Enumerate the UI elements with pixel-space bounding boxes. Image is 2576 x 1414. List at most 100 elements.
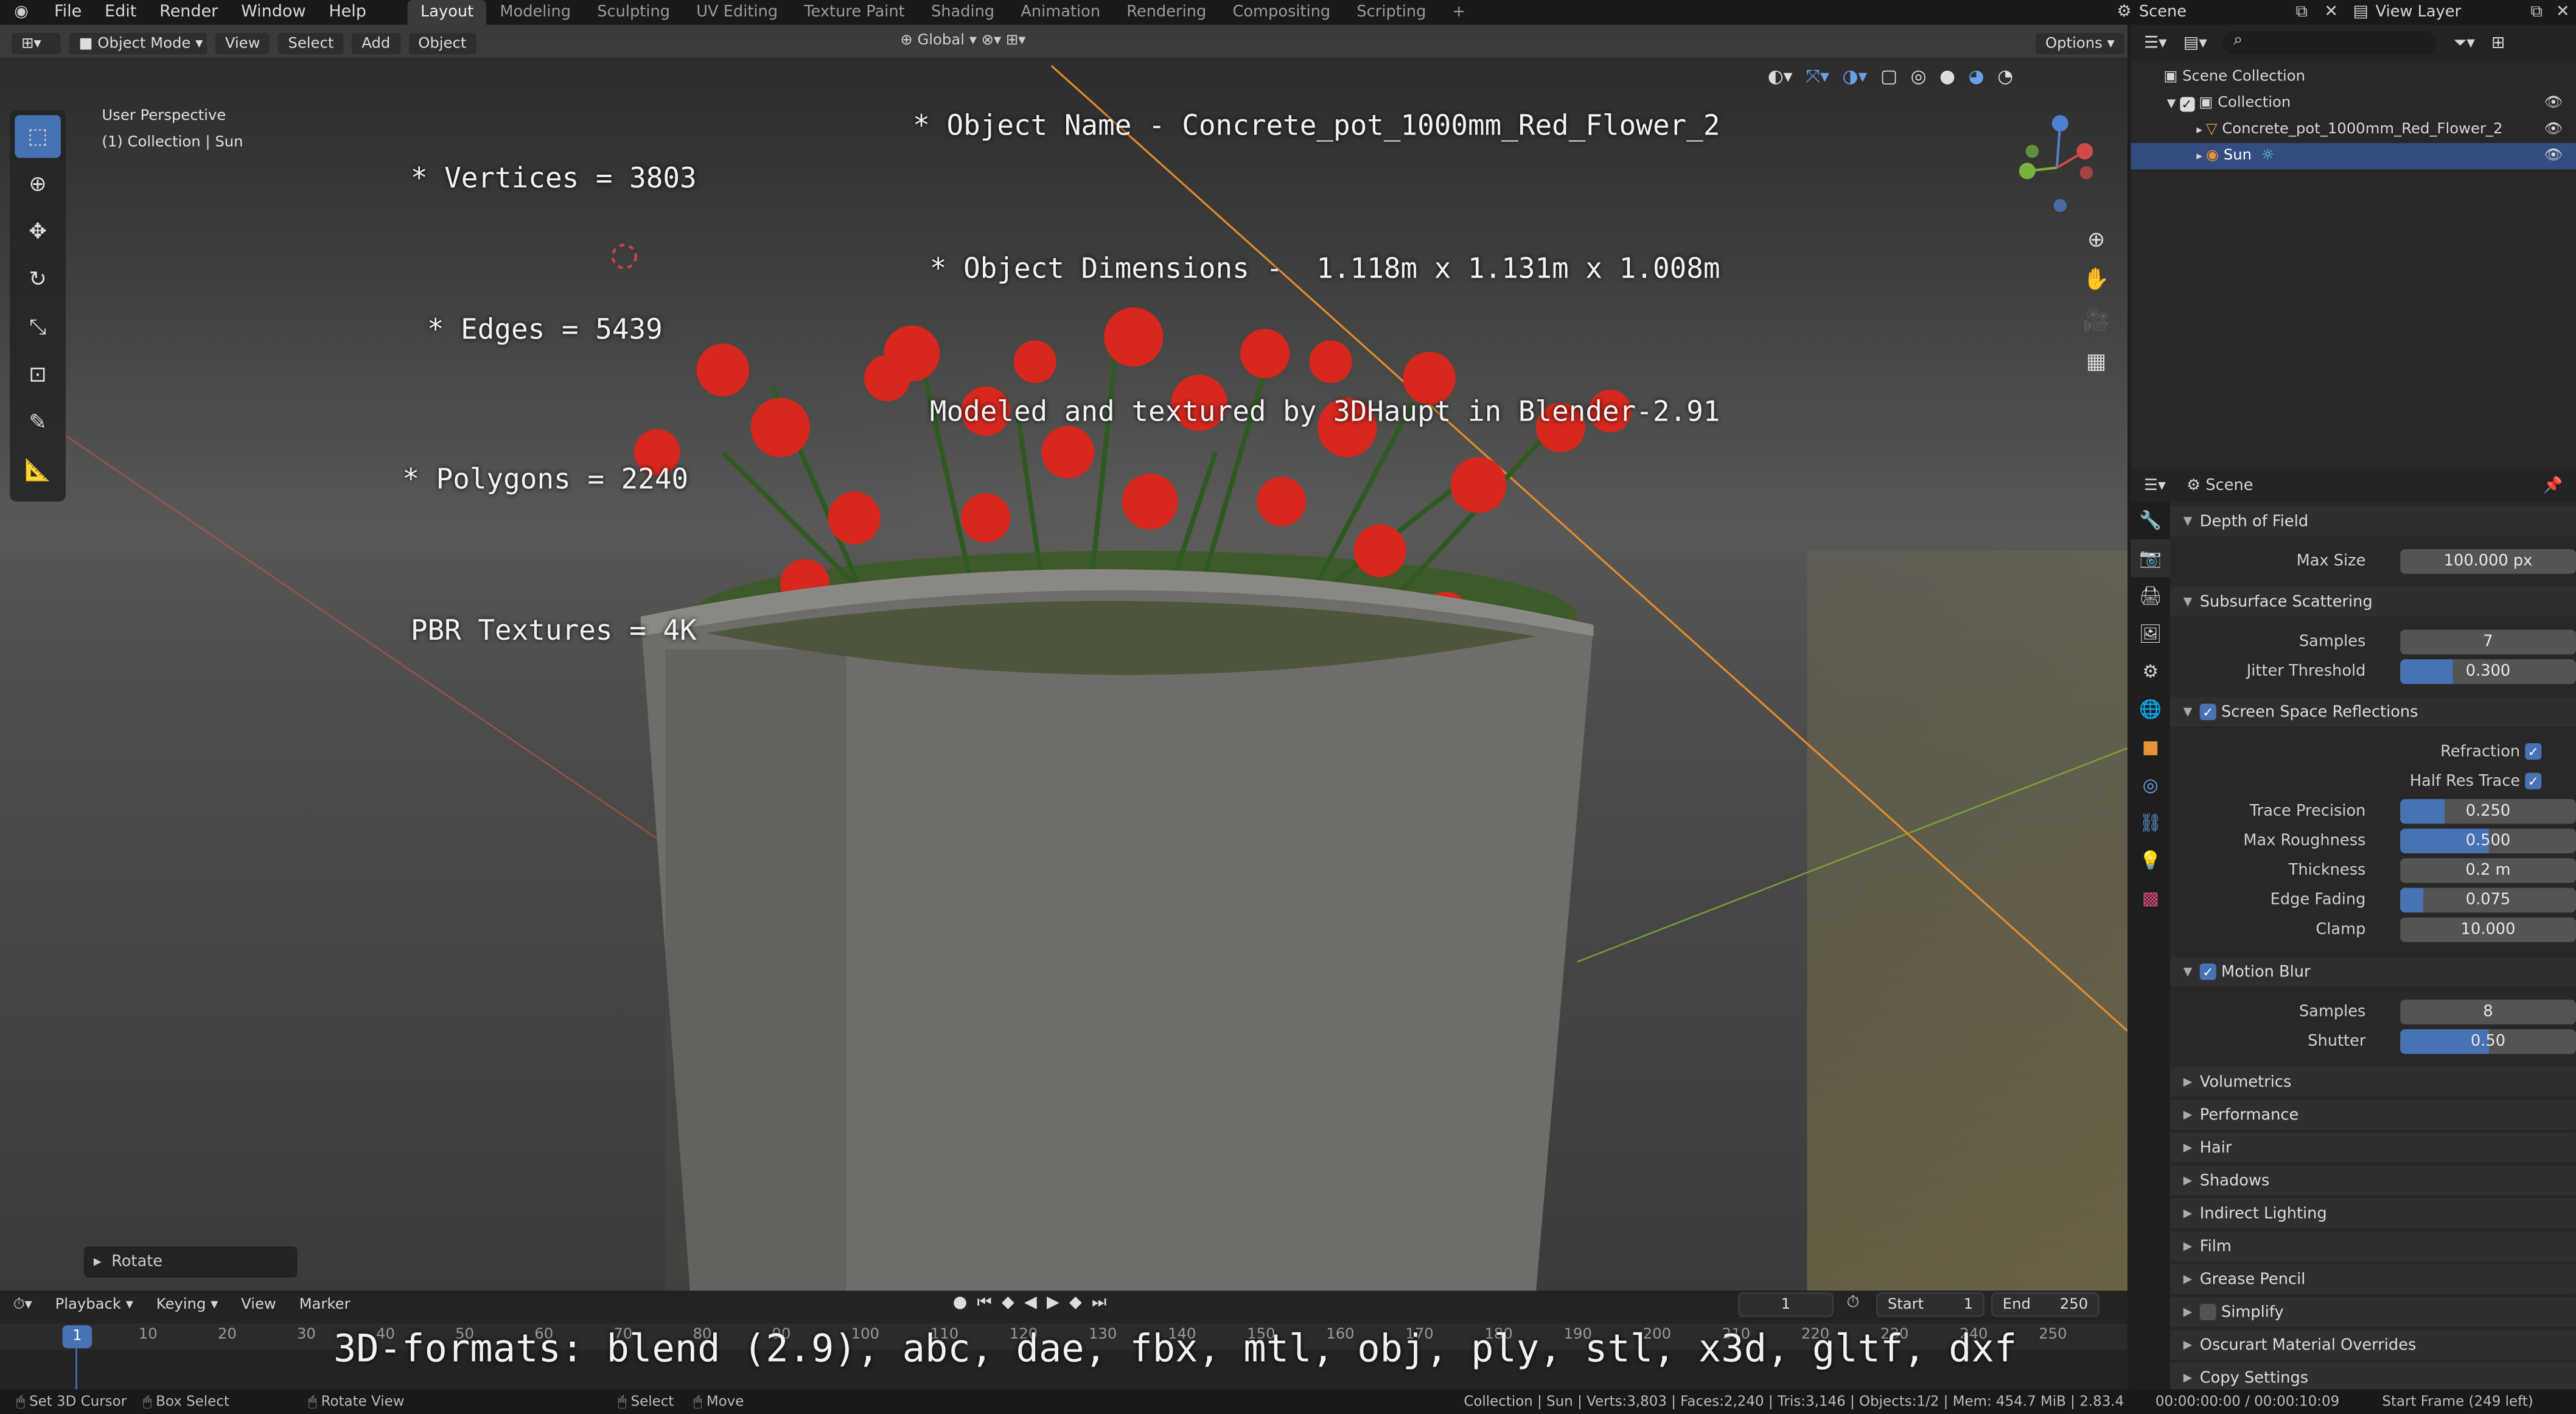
trace-precision-field[interactable]: 0.250 <box>2400 798 2576 823</box>
filter-icon[interactable]: ⏷▾ <box>2454 33 2475 52</box>
mb-samples-field[interactable]: 8 <box>2400 998 2576 1024</box>
3d-viewport[interactable]: ⊞▾ ■ Object Mode ▾ View Select Add Objec… <box>0 24 2127 1291</box>
jump-start-icon[interactable]: ⏮ <box>977 1294 992 1312</box>
panel-performance[interactable]: ▶ Performance <box>2170 1100 2576 1132</box>
view-layer-icon[interactable]: ▤ <box>2346 3 2376 21</box>
scene-icon[interactable]: ⚙ <box>2109 3 2139 21</box>
panel-subsurface-scattering[interactable]: ▼ Subsurface Scattering <box>2170 587 2576 618</box>
max-roughness-field[interactable]: 0.500 <box>2400 828 2576 853</box>
clamp-field[interactable]: 10.000 <box>2400 916 2576 942</box>
object-mode-dropdown[interactable]: ■ Object Mode ▾ <box>67 31 209 56</box>
end-frame-field[interactable]: End 250 <box>1991 1292 2100 1317</box>
playhead-frame[interactable]: 1 <box>62 1325 92 1348</box>
close-scene-icon[interactable]: ✕ <box>2316 3 2346 21</box>
panel-film[interactable]: ▶ Film <box>2170 1231 2576 1263</box>
sun-visibility-icon[interactable]: 👁 <box>2544 148 2563 164</box>
menu-file[interactable]: File <box>43 3 93 21</box>
prev-keyframe-icon[interactable]: ◆ <box>1002 1294 1014 1312</box>
render-tab-icon[interactable]: 📷 <box>2131 539 2171 578</box>
collection-checkbox[interactable]: ✓ <box>2179 96 2194 111</box>
tab-compositing[interactable]: Compositing <box>1220 0 1344 25</box>
simplify-checkbox[interactable] <box>2199 1304 2216 1321</box>
light-data-tab-icon[interactable]: 💡 <box>2131 842 2170 880</box>
panel-volumetrics[interactable]: ▶ Volumetrics <box>2170 1067 2576 1099</box>
object-tab-icon[interactable]: ■ <box>2131 729 2170 766</box>
object-menu[interactable]: Object <box>407 31 478 56</box>
tab-modeling[interactable]: Modeling <box>487 0 584 25</box>
view-layer-selector[interactable]: View Layer <box>2376 3 2524 21</box>
wireframe-shading-icon[interactable]: ◎ <box>1911 66 1927 89</box>
object-visibility-icon[interactable]: 👁 <box>2544 122 2563 138</box>
add-menu[interactable]: Add <box>350 31 402 56</box>
outliner-sun-row[interactable]: ▸ ◉ Sun ☼ 👁 <box>2131 143 2576 170</box>
material-shading-icon[interactable]: ◕ <box>1969 66 1984 89</box>
panel-depth-of-field[interactable]: ▼ Depth of Field <box>2170 506 2576 538</box>
use-preview-range-icon[interactable]: ⏱ <box>1846 1294 1859 1312</box>
shutter-field[interactable]: 0.50 <box>2400 1028 2576 1054</box>
scene-tab-icon[interactable]: ⚙ <box>2131 653 2170 690</box>
sss-samples-field[interactable]: 7 <box>2400 629 2576 654</box>
world-tab-icon[interactable]: 🌐 <box>2131 691 2170 729</box>
texture-tab-icon[interactable]: ▩ <box>2131 880 2170 917</box>
keying-menu[interactable]: Keying ▾ <box>156 1297 218 1314</box>
timeline-view-menu[interactable]: View <box>241 1297 276 1314</box>
ssr-checkbox[interactable]: ✓ <box>2199 704 2216 721</box>
visibility-icon[interactable]: ◐▾ <box>1768 66 1793 89</box>
physics-tab-icon[interactable]: ◎ <box>2131 766 2170 804</box>
playback-menu[interactable]: Playback ▾ <box>55 1297 133 1314</box>
pin-icon[interactable]: 📌 <box>2543 476 2563 494</box>
outliner-object-row[interactable]: ▸ ▽ Concrete_pot_1000mm_Red_Flower_2 👁 <box>2131 117 2576 143</box>
panel-simplify[interactable]: ▶ Simplify <box>2170 1297 2576 1329</box>
pan-hand-icon[interactable]: ✋ <box>2076 261 2116 297</box>
measure-tool-icon[interactable]: 📐 <box>15 449 61 491</box>
select-menu[interactable]: Select <box>276 31 346 56</box>
gizmo-toggle-icon[interactable]: ⤧▾ <box>1806 66 1829 89</box>
panel-indirect-lighting[interactable]: ▶ Indirect Lighting <box>2170 1199 2576 1230</box>
jump-end-icon[interactable]: ⏭ <box>1092 1294 1106 1312</box>
panel-shadows[interactable]: ▶ Shadows <box>2170 1166 2576 1197</box>
rendered-shading-icon[interactable]: ◔ <box>1997 66 2013 89</box>
timeline-editor-type-icon[interactable]: ⏱▾ <box>13 1297 32 1314</box>
thickness-field[interactable]: 0.2 m <box>2400 857 2576 883</box>
collection-row[interactable]: ▼ ✓ ▣ Collection 👁 <box>2131 91 2576 117</box>
tab-sculpting[interactable]: Sculpting <box>584 0 683 25</box>
panel-grease-pencil[interactable]: ▶ Grease Pencil <box>2170 1264 2576 1296</box>
tab-rendering[interactable]: Rendering <box>1114 0 1220 25</box>
tab-uv-editing[interactable]: UV Editing <box>683 0 791 25</box>
blender-logo-icon[interactable]: ◉ <box>0 3 43 21</box>
refraction-checkbox[interactable]: ✓ <box>2525 743 2542 760</box>
menu-help[interactable]: Help <box>317 3 377 21</box>
tab-shading[interactable]: Shading <box>918 0 1007 25</box>
move-tool-icon[interactable]: ✥ <box>15 211 61 253</box>
collection-visibility-icon[interactable]: 👁 <box>2544 96 2563 112</box>
transform-tool-icon[interactable]: ⊡ <box>15 354 61 396</box>
cursor-tool-icon[interactable]: ⊕ <box>15 163 61 205</box>
tab-animation[interactable]: Animation <box>1008 0 1114 25</box>
new-collection-icon[interactable]: ⊞ <box>2491 33 2505 52</box>
display-mode-icon[interactable]: ▤▾ <box>2183 33 2207 52</box>
constraints-tab-icon[interactable]: ⛓ <box>2131 804 2170 842</box>
camera-view-icon[interactable]: 🎥 <box>2076 303 2116 338</box>
close-view-layer-icon[interactable]: ✕ <box>2550 3 2576 21</box>
play-icon[interactable]: ▶ <box>1047 1294 1059 1312</box>
edge-fading-field[interactable]: 0.075 <box>2400 887 2576 912</box>
zoom-icon[interactable]: ⊕ <box>2076 222 2116 258</box>
half-res-checkbox[interactable]: ✓ <box>2525 772 2542 789</box>
next-keyframe-icon[interactable]: ◆ <box>1069 1294 1082 1312</box>
ortho-grid-icon[interactable]: ▦ <box>2076 344 2116 380</box>
overlay-toggle-icon[interactable]: ◑▾ <box>1842 66 1867 89</box>
editor-type-button[interactable]: ⊞▾ <box>10 31 63 56</box>
scene-selector[interactable]: Scene <box>2139 3 2287 21</box>
menu-render[interactable]: Render <box>148 3 229 21</box>
xray-icon[interactable]: ▢ <box>1880 66 1897 89</box>
menu-edit[interactable]: Edit <box>93 3 148 21</box>
tab-texture-paint[interactable]: Texture Paint <box>791 0 918 25</box>
tool-tab-icon[interactable]: 🔧 <box>2131 502 2170 539</box>
copy-scene-icon[interactable]: ⧉ <box>2287 3 2317 21</box>
panel-hair[interactable]: ▶ Hair <box>2170 1133 2576 1164</box>
timeline-editor[interactable]: ⏱▾ Playback ▾ Keying ▾ View Marker ● ⏮ ◆… <box>0 1290 2127 1390</box>
output-tab-icon[interactable]: 🖨 <box>2131 577 2170 615</box>
record-icon[interactable]: ● <box>953 1294 968 1312</box>
jitter-threshold-field[interactable]: 0.300 <box>2400 658 2576 684</box>
add-workspace-icon[interactable]: + <box>1439 0 1479 25</box>
